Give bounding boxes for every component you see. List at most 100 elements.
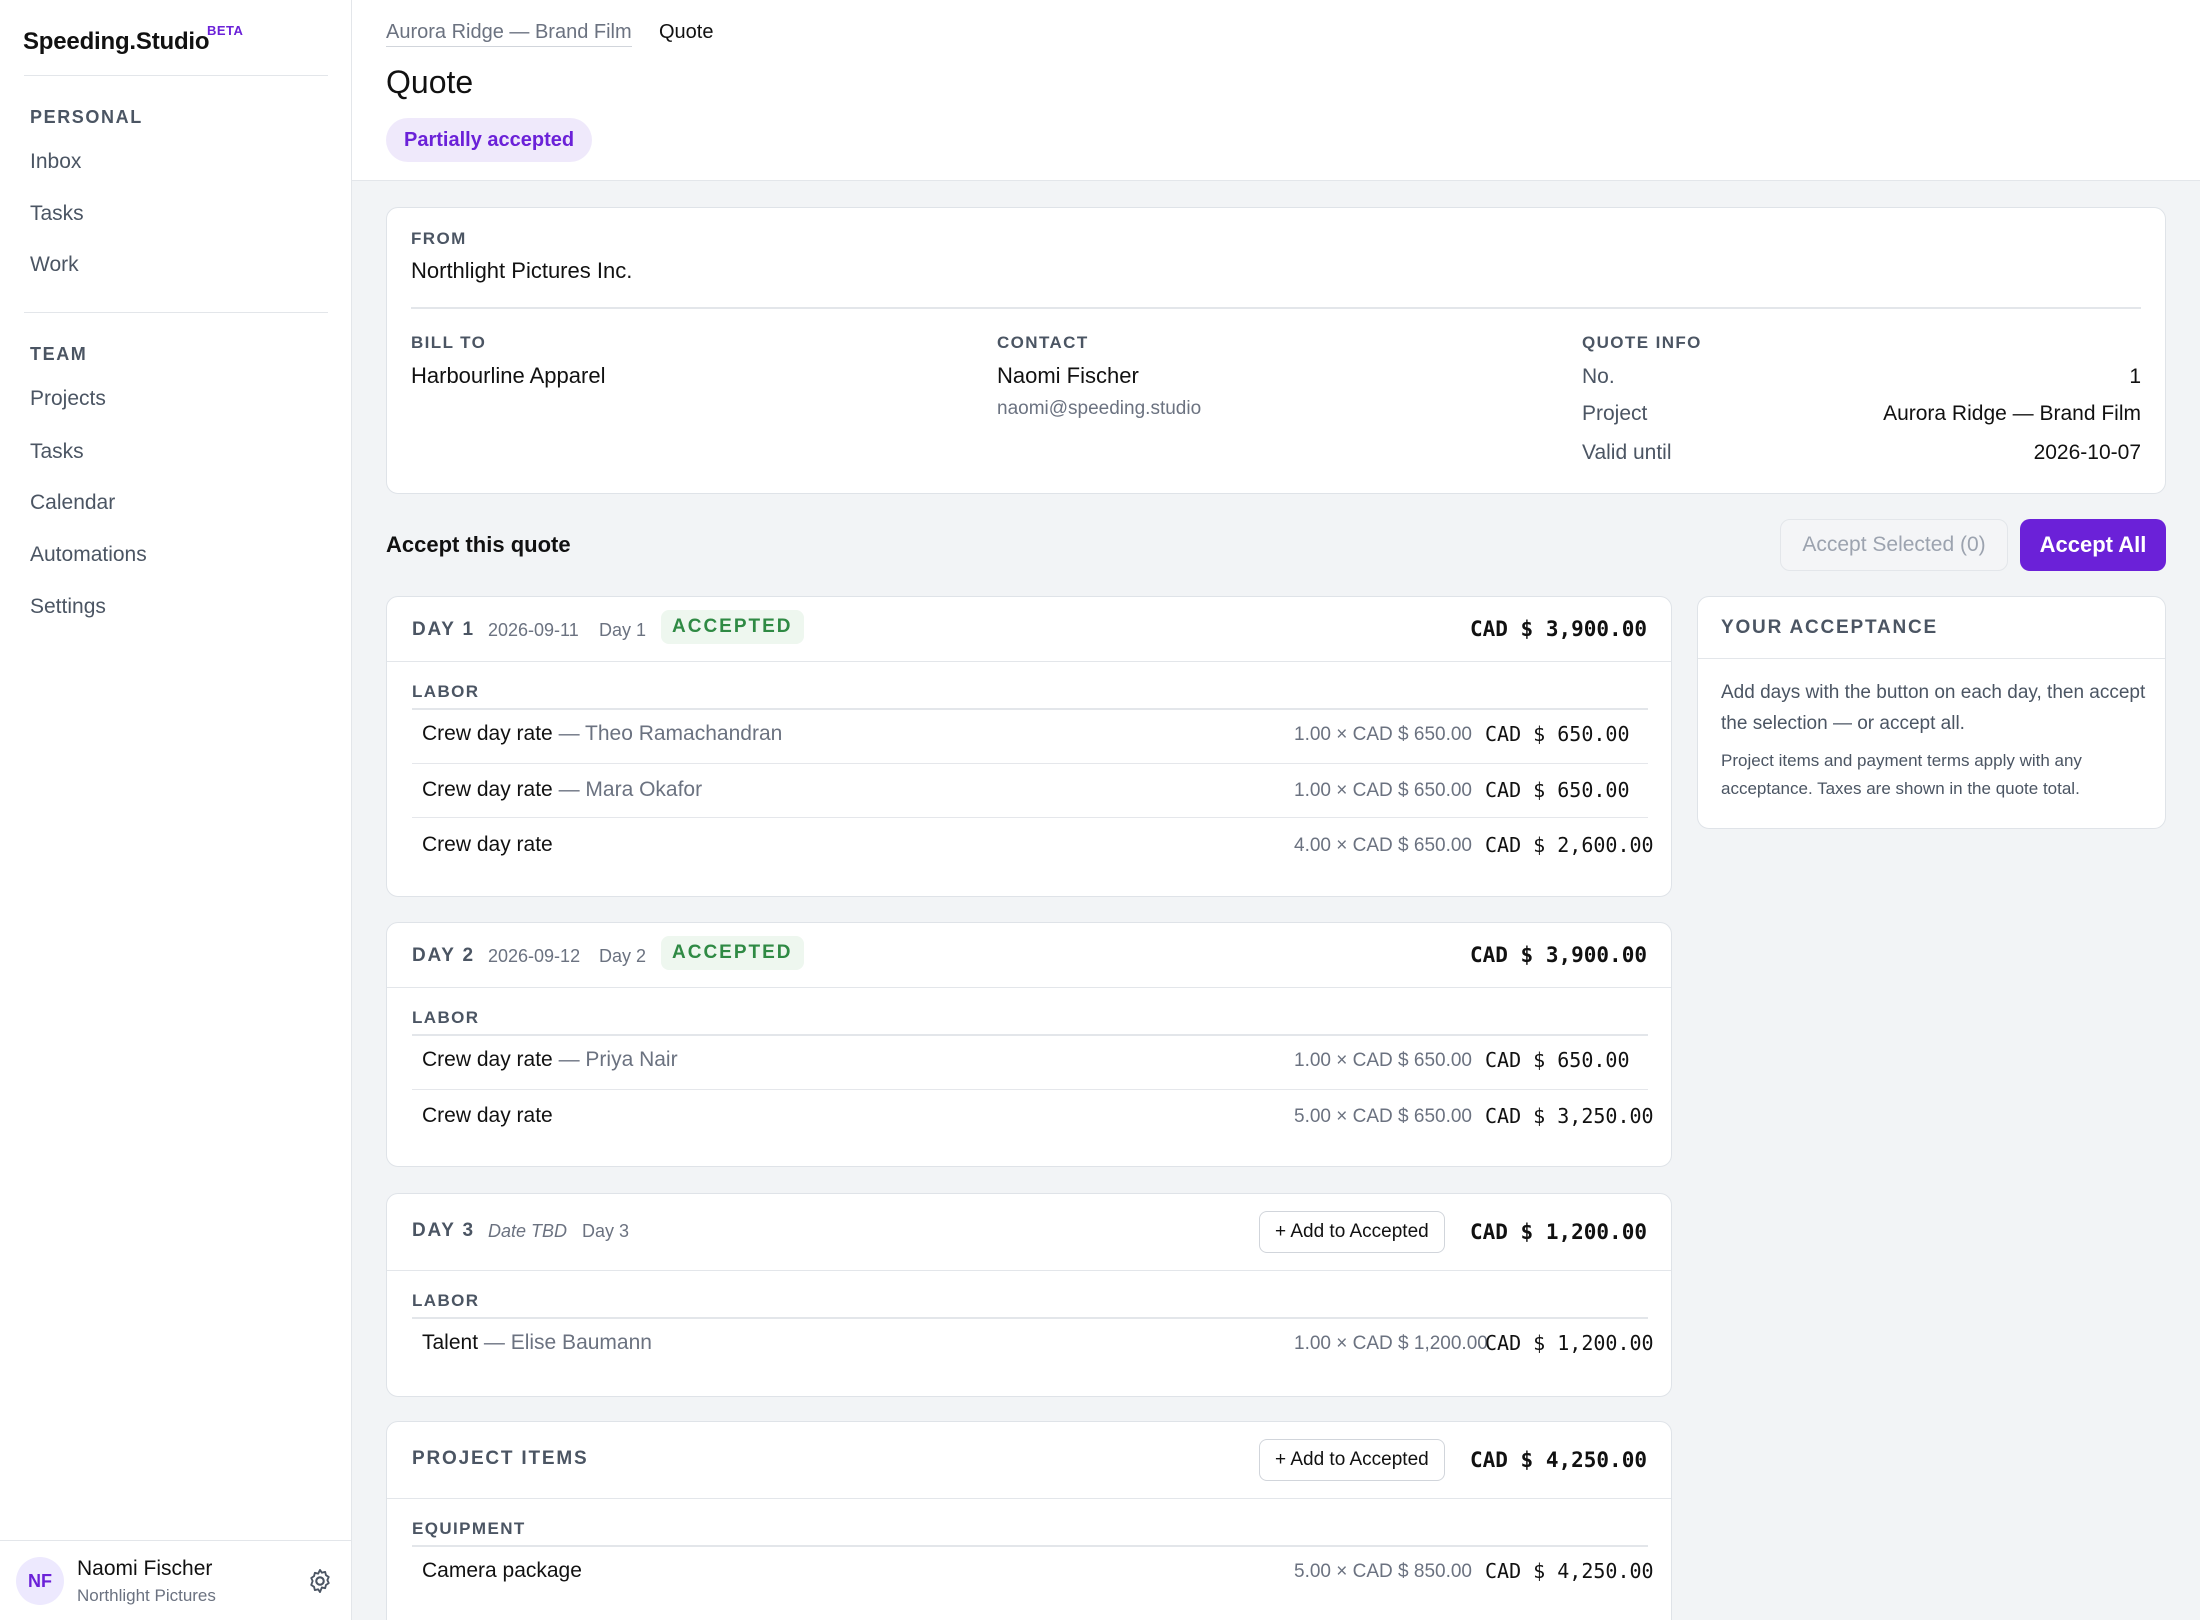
project-items-title: PROJECT ITEMS (412, 1448, 589, 1469)
quote-valid-value: 2026-10-07 (2033, 441, 2141, 464)
line-item-qty: 1.00 × CAD $ 650.00 (1294, 780, 1472, 801)
accept-selected-button[interactable]: Accept Selected (0) (1780, 519, 2008, 571)
sidebar-item-projects[interactable]: Projects (30, 387, 106, 411)
bill-to-label: BILL TO (411, 333, 487, 352)
day-total: CAD $ 1,200.00 (1469, 1220, 1647, 1244)
section-heading-team: TEAM (30, 344, 88, 364)
from-company: Northlight Pictures Inc. (411, 258, 633, 283)
line-item-qty: 5.00 × CAD $ 650.00 (1294, 1106, 1472, 1127)
user-org: Northlight Pictures (77, 1586, 216, 1605)
sidebar-item-team-tasks[interactable]: Tasks (30, 440, 84, 464)
gear-icon[interactable] (306, 1567, 334, 1595)
section-rule (412, 1545, 1648, 1547)
status-badge: Partially accepted (386, 118, 593, 162)
day-date: 2026-09-12 (488, 946, 581, 966)
quote-info-label: QUOTE INFO (1582, 333, 1702, 352)
breadcrumb-project[interactable]: Aurora Ridge — Brand Film (386, 21, 632, 47)
day-card-1: DAY 1 2026-09-11 Day 1 ACCEPTED CAD $ 3,… (386, 596, 1672, 897)
day-date: 2026-09-11 (488, 620, 579, 640)
sidebar-item-calendar[interactable]: Calendar (30, 491, 115, 515)
section-label-labor: LABOR (412, 1291, 480, 1310)
line-item-amount: CAD $ 650.00 (1485, 778, 1630, 802)
line-item-name: Crew day rate — Mara Okafor (422, 778, 703, 801)
your-acceptance-card: YOUR ACCEPTANCE Add days with the button… (1697, 596, 2166, 829)
quote-project-key: Project (1582, 402, 1648, 425)
line-item-amount: CAD $ 2,600.00 (1485, 833, 1654, 857)
user-name: Naomi Fischer (77, 1557, 213, 1580)
add-to-accepted-button[interactable]: + Add to Accepted (1259, 1439, 1445, 1481)
quote-valid-key: Valid until (1582, 441, 1672, 464)
quote-no-key: No. (1582, 365, 1615, 388)
line-item-name: Crew day rate (422, 1104, 553, 1127)
line-item-amount: CAD $ 4,250.00 (1485, 1559, 1654, 1583)
row-rule (412, 1089, 1648, 1090)
acceptance-instructions: Add days with the button on each day, th… (1721, 682, 2146, 734)
accepted-badge: ACCEPTED (661, 936, 804, 970)
acceptance-title: YOUR ACCEPTANCE (1721, 617, 1939, 638)
project-items-card: PROJECT ITEMS + Add to Accepted CAD $ 4,… (386, 1421, 1672, 1620)
breadcrumb-current: Quote (659, 21, 714, 43)
row-rule (412, 763, 1648, 764)
contact-label: CONTACT (997, 333, 1089, 352)
day-number: DAY 2 (412, 945, 475, 966)
row-rule (412, 817, 1648, 818)
day-label: Day 1 (599, 620, 647, 640)
accept-all-button[interactable]: Accept All (2020, 519, 2166, 571)
line-item-qty: 5.00 × CAD $ 850.00 (1294, 1561, 1472, 1582)
section-rule (412, 1317, 1648, 1319)
add-to-accepted-button[interactable]: + Add to Accepted (1259, 1211, 1445, 1253)
line-item-name: Crew day rate (422, 833, 553, 856)
section-rule (412, 1034, 1648, 1036)
sidebar-item-inbox[interactable]: Inbox (30, 150, 81, 174)
section-rule (412, 708, 1648, 710)
sidebar-item-settings[interactable]: Settings (30, 595, 106, 619)
line-item-qty: 1.00 × CAD $ 650.00 (1294, 724, 1472, 745)
day-label: Day 3 (582, 1221, 630, 1241)
accepted-badge: ACCEPTED (661, 610, 804, 644)
section-heading-personal: PERSONAL (30, 107, 143, 127)
avatar[interactable]: NF (16, 1557, 64, 1605)
line-item-qty: 4.00 × CAD $ 650.00 (1294, 835, 1472, 856)
quote-info-card: FROM Northlight Pictures Inc. BILL TO Ha… (386, 207, 2166, 494)
day-total: CAD $ 3,900.00 (1469, 617, 1647, 641)
day-label: Day 2 (599, 946, 647, 966)
sidebar-item-automations[interactable]: Automations (30, 543, 147, 567)
line-item-amount: CAD $ 650.00 (1485, 722, 1630, 746)
section-label-equipment: EQUIPMENT (412, 1519, 526, 1538)
section-label-labor: LABOR (412, 1008, 480, 1027)
contact-email[interactable]: naomi@speeding.studio (997, 398, 1201, 420)
accept-section-title: Accept this quote (386, 532, 571, 557)
sidebar: Speeding.Studio BETA PERSONAL Inbox Task… (0, 0, 352, 1620)
day-date: Date TBD (488, 1221, 568, 1241)
line-item-name: Crew day rate — Priya Nair (422, 1048, 678, 1071)
quote-project-value: Aurora Ridge — Brand Film (1883, 402, 2141, 425)
bill-to-company: Harbourline Apparel (411, 363, 606, 388)
day-header: DAY 1 2026-09-11 Day 1 ACCEPTED CAD $ 3,… (387, 597, 1671, 662)
day-header: DAY 3 Date TBD Day 3 + Add to Accepted C… (387, 1194, 1671, 1271)
day-card-3: DAY 3 Date TBD Day 3 + Add to Accepted C… (386, 1193, 1672, 1397)
line-item-amount: CAD $ 1,200.00 (1485, 1331, 1654, 1355)
beta-badge: BETA (207, 23, 244, 38)
contact-name: Naomi Fischer (997, 363, 1139, 388)
sidebar-divider (24, 312, 328, 313)
day-number: DAY 3 (412, 1220, 475, 1241)
day-number: DAY 1 (412, 619, 475, 640)
from-label: FROM (411, 229, 467, 248)
acceptance-note: Project items and payment terms apply wi… (1721, 751, 2082, 798)
quote-no-value: 1 (2129, 365, 2141, 388)
day-header: DAY 2 2026-09-12 Day 2 ACCEPTED CAD $ 3,… (387, 923, 1671, 988)
app-logo[interactable]: Speeding.Studio (23, 28, 210, 56)
line-item-amount: CAD $ 3,250.00 (1485, 1104, 1654, 1128)
sidebar-divider (24, 75, 328, 76)
line-item-name: Crew day rate — Theo Ramachandran (422, 722, 783, 745)
sidebar-item-tasks[interactable]: Tasks (30, 202, 84, 226)
user-bar: NF Naomi Fischer Northlight Pictures (0, 1540, 351, 1620)
sidebar-item-work[interactable]: Work (30, 253, 79, 277)
line-item-name: Camera package (422, 1559, 582, 1582)
day-total: CAD $ 3,900.00 (1469, 943, 1647, 967)
acceptance-header: YOUR ACCEPTANCE (1698, 597, 2165, 659)
line-item-name: Talent — Elise Baumann (422, 1331, 652, 1354)
line-item-amount: CAD $ 650.00 (1485, 1048, 1630, 1072)
project-items-total: CAD $ 4,250.00 (1469, 1448, 1647, 1472)
line-item-qty: 1.00 × CAD $ 1,200.00 (1294, 1333, 1488, 1354)
